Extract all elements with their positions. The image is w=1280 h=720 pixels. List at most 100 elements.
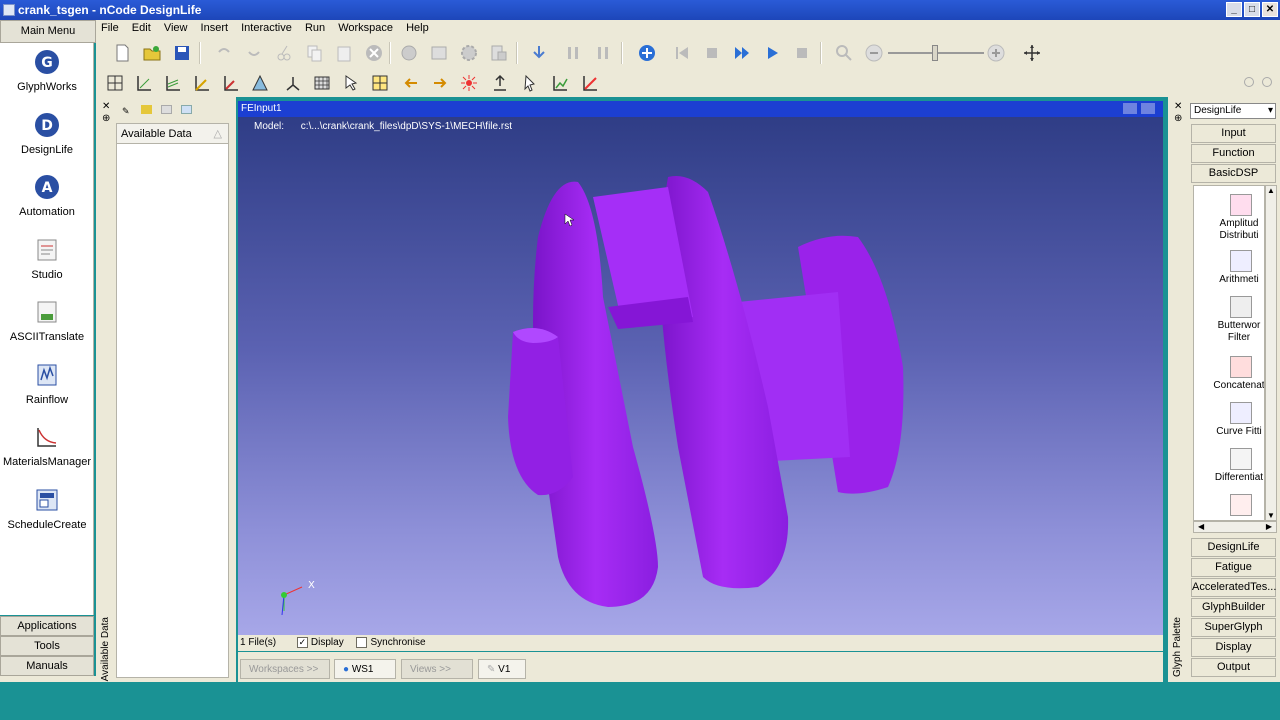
pointer-icon[interactable] — [520, 73, 540, 93]
close-button[interactable]: ✕ — [1262, 2, 1278, 17]
crankshaft-model[interactable]: X — [238, 117, 1163, 635]
app-rainflow[interactable]: Rainflow — [0, 362, 94, 406]
menu-run[interactable]: Run — [300, 20, 330, 37]
sort-icon[interactable]: △ — [214, 124, 222, 144]
palette-designlife-button[interactable]: DesignLife — [1191, 538, 1276, 557]
manuals-button[interactable]: Manuals — [0, 656, 94, 676]
arrow-left-icon[interactable] — [401, 73, 421, 93]
display-checkbox[interactable]: ✓ Display — [296, 636, 344, 648]
app-automation[interactable]: A Automation — [0, 174, 94, 218]
palette-pin-icon[interactable]: ⊕ — [1174, 113, 1182, 124]
palette-dropdown[interactable]: DesignLife ▾ — [1190, 103, 1276, 119]
synchronise-checkbox[interactable]: Synchronise — [356, 636, 426, 648]
glyph-differentiate[interactable]: Differentiat — [1194, 448, 1264, 484]
tab-v1[interactable]: ✎ V1 — [478, 659, 526, 679]
available-data-tree[interactable]: Available Data △ — [116, 123, 229, 678]
graph2-icon[interactable] — [580, 73, 600, 93]
surface-icon[interactable] — [250, 73, 270, 93]
menu-interactive[interactable]: Interactive — [236, 20, 297, 37]
fast-forward-icon[interactable] — [732, 43, 752, 63]
zoom-fit-icon[interactable] — [834, 43, 854, 63]
stop-icon[interactable] — [702, 43, 722, 63]
add-circle-icon[interactable] — [637, 43, 657, 63]
redo-icon[interactable] — [244, 43, 264, 63]
palette-acceleratedtesting-button[interactable]: AcceleratedTes... — [1191, 578, 1276, 597]
delete-icon[interactable] — [364, 43, 384, 63]
panel-close-icon[interactable]: ✕ — [102, 101, 110, 112]
stop-square-icon[interactable] — [792, 43, 812, 63]
glyph-curve-fitting[interactable]: Curve Fitti — [1194, 402, 1264, 438]
step-back-icon[interactable] — [564, 43, 584, 63]
workspaces-tab[interactable]: Workspaces >> — [240, 659, 330, 679]
maximize-button[interactable]: □ — [1244, 2, 1260, 17]
star-icon[interactable] — [459, 73, 479, 93]
tools-button[interactable]: Tools — [0, 636, 94, 656]
palette-hscrollbar[interactable]: ◀ ▶ — [1193, 521, 1277, 533]
graph-icon[interactable] — [550, 73, 570, 93]
glyph-amplitude-distribution[interactable]: Amplitud Distributi — [1194, 194, 1264, 242]
save-icon[interactable] — [172, 43, 192, 63]
menu-view[interactable]: View — [159, 20, 193, 37]
zoom-in-icon[interactable] — [986, 43, 1006, 63]
scroll-left-icon[interactable]: ◀ — [1198, 522, 1204, 531]
download-icon[interactable] — [529, 43, 549, 63]
zoom-slider-thumb[interactable] — [932, 45, 938, 61]
palette-function-button[interactable]: Function — [1191, 144, 1276, 163]
palette-close-icon[interactable]: ✕ — [1174, 101, 1182, 112]
viewer-close-button[interactable] — [1141, 103, 1155, 114]
palette-fatigue-button[interactable]: Fatigue — [1191, 558, 1276, 577]
menu-workspace[interactable]: Workspace — [333, 20, 398, 37]
axis2-icon[interactable] — [163, 73, 183, 93]
copy-icon[interactable] — [304, 43, 324, 63]
gear-icon[interactable] — [459, 43, 479, 63]
zoom-out-icon[interactable] — [864, 43, 884, 63]
step-forward-icon[interactable] — [594, 43, 614, 63]
tab-ws1[interactable]: ● WS1 — [334, 659, 396, 679]
open-icon[interactable] — [142, 43, 162, 63]
scroll-up-icon[interactable]: ▲ — [1266, 186, 1276, 195]
axis3-icon[interactable] — [192, 73, 212, 93]
viewer-restore-button[interactable] — [1123, 103, 1137, 114]
skip-start-icon[interactable] — [672, 43, 692, 63]
palette-input-button[interactable]: Input — [1191, 124, 1276, 143]
palette-output-button[interactable]: Output — [1191, 658, 1276, 677]
palette-scrollbar[interactable]: ▲ ▼ — [1265, 185, 1277, 521]
cut-icon[interactable] — [274, 43, 294, 63]
settings-icon[interactable] — [399, 43, 419, 63]
views-tab[interactable]: Views >> — [401, 659, 473, 679]
axis4-icon[interactable] — [221, 73, 241, 93]
mesh2-icon[interactable] — [370, 73, 390, 93]
app-studio[interactable]: Studio — [0, 237, 94, 281]
axis-icon[interactable] — [134, 73, 154, 93]
glyph-arithmetic[interactable]: Arithmeti — [1194, 250, 1264, 286]
scroll-right-icon[interactable]: ▶ — [1266, 522, 1272, 531]
export2-icon[interactable] — [490, 73, 510, 93]
applications-button[interactable]: Applications — [0, 616, 94, 636]
panel-pin-icon[interactable]: ⊕ — [102, 113, 110, 124]
list-icon[interactable] — [160, 105, 172, 114]
properties-icon[interactable] — [429, 43, 449, 63]
palette-basicdsp-button[interactable]: BasicDSP — [1191, 164, 1276, 183]
menu-help[interactable]: Help — [401, 20, 434, 37]
3d-canvas[interactable]: Model: c:\...\crank\crank_files\dpD\SYS-… — [238, 117, 1163, 635]
folder-open-icon[interactable] — [180, 105, 192, 114]
arrow-right-icon[interactable] — [430, 73, 450, 93]
app-glyphworks[interactable]: G GlyphWorks — [0, 49, 94, 93]
grid-icon[interactable] — [105, 73, 125, 93]
main-menu-button[interactable]: Main Menu — [0, 20, 96, 43]
minimize-button[interactable]: _ — [1226, 2, 1242, 17]
glyph-concatenate[interactable]: Concatenat — [1194, 356, 1264, 392]
glyph-next[interactable] — [1194, 494, 1264, 518]
toolbar-option-icon[interactable] — [1262, 77, 1272, 87]
glyph-butterworth-filter[interactable]: Butterwor Filter — [1194, 296, 1264, 344]
pan-icon[interactable] — [1022, 43, 1042, 63]
edit-icon[interactable]: ✎ — [122, 106, 130, 116]
glyph-palette-vertical-tab[interactable]: Glyph Palette — [1172, 617, 1183, 677]
menu-insert[interactable]: Insert — [196, 20, 234, 37]
scroll-down-icon[interactable]: ▼ — [1266, 511, 1276, 520]
toolbar-option-icon[interactable] — [1244, 77, 1254, 87]
new-icon[interactable] — [112, 43, 132, 63]
coordinate-icon[interactable] — [283, 73, 303, 93]
folder-icon[interactable] — [140, 105, 152, 114]
available-data-vertical-tab[interactable]: Available Data — [100, 617, 111, 681]
